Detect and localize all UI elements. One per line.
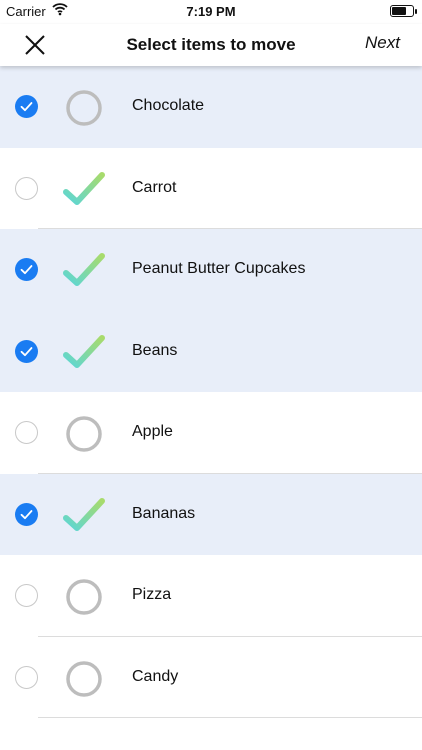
unselected-circle-icon[interactable] [15,665,38,689]
list-item[interactable]: Beans [0,310,422,392]
incomplete-ring-icon [62,575,106,619]
item-label: Candy [132,667,179,685]
item-label: Apple [132,423,173,440]
status-bar: Carrier 7:19 PM [0,0,422,24]
completed-check-icon [62,494,106,538]
next-button[interactable]: Next [365,33,400,53]
unselected-circle-icon[interactable] [15,584,38,607]
page-title: Select items to move [126,35,296,54]
selected-checkmark-icon[interactable] [15,502,38,526]
incomplete-ring-icon [62,86,106,130]
list-item[interactable]: Chocolate [0,66,422,148]
item-list: Chocolate Carrot Peanut Butter Cupcakes Bea… [0,66,422,718]
navigation-bar: Select items to move Next [0,24,422,66]
item-label: Beans [132,341,178,359]
selected-checkmark-icon[interactable] [15,339,38,363]
completed-check-icon [62,168,106,212]
item-label: Pizza [132,586,172,603]
clock-time: 7:19 PM [186,4,236,19]
incomplete-ring-icon [62,412,106,456]
selected-checkmark-icon[interactable] [15,258,38,281]
list-item[interactable]: Apple [0,392,422,474]
list-item[interactable]: Carrot [0,148,422,230]
unselected-circle-icon[interactable] [15,176,38,200]
incomplete-ring-icon [62,657,106,701]
list-item[interactable]: Candy [0,637,422,719]
completed-check-icon [62,331,106,375]
item-label: Chocolate [132,97,205,114]
list-item[interactable]: Bananas [0,473,422,555]
item-label: Bananas [132,504,196,522]
selected-checkmark-icon[interactable] [15,95,38,118]
item-label: Peanut Butter Cupcakes [132,260,306,277]
item-label: Carrot [132,178,177,196]
completed-check-icon [62,249,106,293]
list-item[interactable]: Peanut Butter Cupcakes [0,229,422,311]
battery-icon [390,5,417,17]
unselected-circle-icon[interactable] [15,421,38,444]
list-item[interactable]: Pizza [0,555,422,637]
